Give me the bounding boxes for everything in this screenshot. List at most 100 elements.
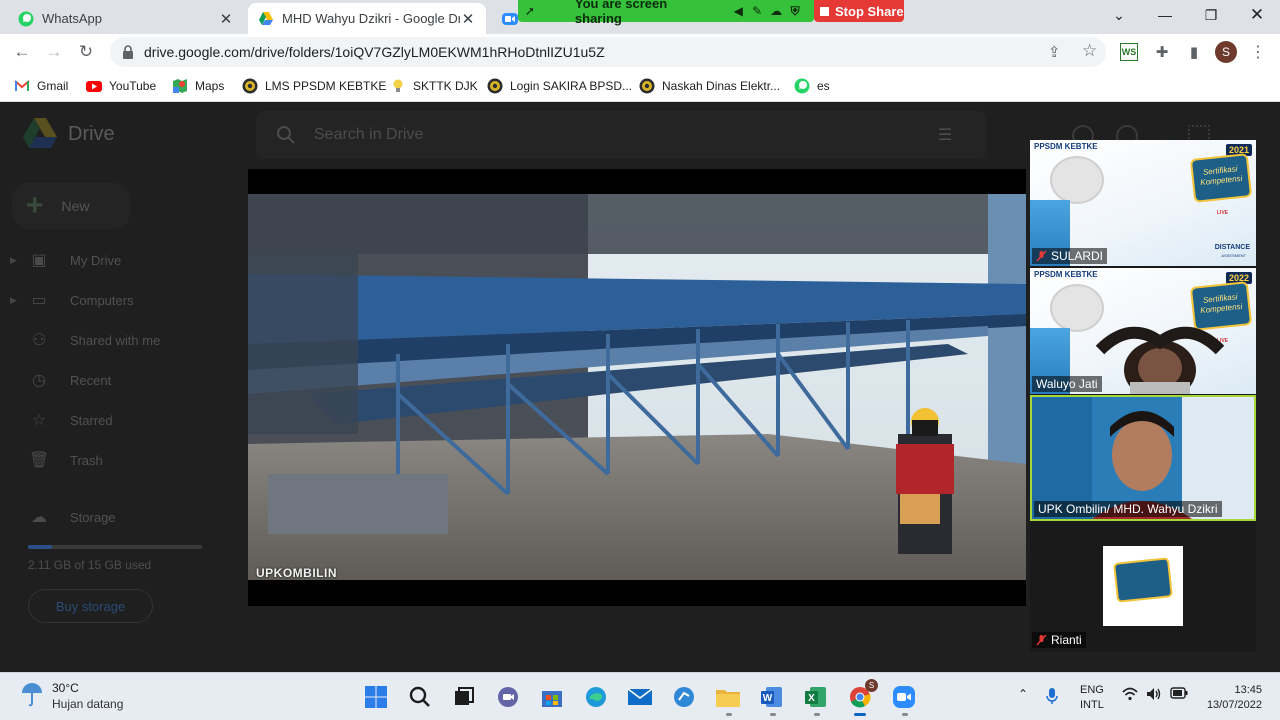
esdm-seal-icon xyxy=(1050,156,1104,204)
nav-trash[interactable]: 🗑 Trash xyxy=(0,444,240,476)
word-icon[interactable]: W xyxy=(758,683,786,711)
participant-name-label: Rianti xyxy=(1032,632,1086,648)
bookmark-lms-ppsdm[interactable]: LMS PPSDM KEBTKE xyxy=(242,77,386,95)
volume-icon[interactable] xyxy=(1146,687,1162,704)
zoom-app-icon[interactable] xyxy=(890,683,918,711)
sharing-pin-icon[interactable]: ➚ xyxy=(524,4,536,18)
cloud-storage-icon: ☁ xyxy=(31,509,47,526)
chrome-icon[interactable]: S xyxy=(846,679,878,711)
zoom-icon xyxy=(502,12,518,25)
search-icon[interactable] xyxy=(406,683,434,711)
svg-text:W: W xyxy=(763,693,773,704)
browser-menu-icon[interactable]: ⋮ xyxy=(1247,41,1269,63)
participant-tile-sulardi[interactable]: PPSDM KEBTKE 2021 Sertifikasi Kompetensi… xyxy=(1030,140,1256,266)
drive-search-input[interactable]: Search in Drive xyxy=(256,111,986,159)
side-panel-icon[interactable]: ▮ xyxy=(1183,41,1205,63)
shared-video-frame[interactable] xyxy=(248,194,1026,580)
stop-share-button[interactable]: Stop Share xyxy=(814,0,904,22)
participant-tile-upk-ombilin[interactable]: UPK Ombilin/ MHD. Wahyu Dzikri xyxy=(1030,395,1256,521)
minimize-icon[interactable]: — xyxy=(1142,0,1188,30)
reload-icon[interactable]: ↻ xyxy=(74,40,98,64)
weather-widget[interactable]: 30°C Hujan datang xyxy=(20,681,123,711)
mute-mic-icon[interactable]: ✎ xyxy=(751,4,763,18)
participant-tile-rianti[interactable]: Rianti xyxy=(1030,524,1256,650)
bookmark-es[interactable]: es xyxy=(794,77,830,95)
esdm-logo-icon xyxy=(487,78,503,94)
edge-browser-icon[interactable] xyxy=(582,683,610,711)
share-page-icon[interactable]: ⇪ xyxy=(1048,43,1061,61)
extension-ws-icon[interactable]: WS xyxy=(1120,43,1138,61)
url-text: drive.google.com/drive/folders/1oiQV7GZl… xyxy=(144,44,605,60)
excel-icon[interactable]: X xyxy=(802,683,830,711)
new-label: New xyxy=(61,198,90,214)
bookmark-skttk-djk[interactable]: SKTTK DJK xyxy=(390,77,478,95)
nav-computers[interactable]: ▶ ▭ Computers xyxy=(0,284,240,316)
profile-avatar[interactable]: S xyxy=(1215,41,1237,63)
tab-whatsapp[interactable]: WhatsApp ✕ xyxy=(8,3,244,34)
maps-icon xyxy=(173,79,187,93)
stop-icon xyxy=(820,6,829,16)
search-icon xyxy=(277,126,295,144)
cloud-icon[interactable]: ☁ xyxy=(770,4,782,18)
mail-icon[interactable] xyxy=(626,683,654,711)
microsoft-store-icon[interactable] xyxy=(538,683,566,711)
close-tab-icon[interactable]: ✕ xyxy=(218,10,234,28)
windows-taskbar: 30°C Hujan datang W X S ⌃ ENG INTL 13:45… xyxy=(0,672,1280,720)
computers-icon: ▭ xyxy=(31,292,47,309)
buy-storage-button[interactable]: Buy storage xyxy=(28,589,153,623)
speaker-icon[interactable]: ◀ xyxy=(732,4,744,18)
cert-live: LIVE xyxy=(1216,210,1228,216)
youtube-icon xyxy=(86,81,102,92)
bookmark-youtube[interactable]: YouTube xyxy=(86,77,156,95)
participant-name-label: Waluyo Jati xyxy=(1032,376,1102,392)
back-icon[interactable]: ← xyxy=(10,40,34,64)
address-bar[interactable]: drive.google.com/drive/folders/1oiQV7GZl… xyxy=(110,37,1106,67)
close-window-icon[interactable]: ✕ xyxy=(1234,0,1280,30)
participant-tile-waluyo-jati[interactable]: PPSDM KEBTKE 2022 Sertifikasi Kompetensi… xyxy=(1030,268,1256,394)
shared-icon: ⚇ xyxy=(31,332,47,349)
google-drive-logo-icon xyxy=(23,118,57,148)
bookmark-naskah-dinas[interactable]: Naskah Dinas Elektr... xyxy=(639,77,780,95)
tab-search-icon[interactable]: ⌄ xyxy=(1096,0,1142,30)
show-hidden-icons-icon[interactable]: ⌃ xyxy=(1018,687,1028,701)
storage-progress-bar xyxy=(28,545,202,549)
close-tab-icon[interactable]: ✕ xyxy=(460,10,476,28)
svg-text:X: X xyxy=(808,693,815,704)
system-clock[interactable]: 13:45 13/07/2022 xyxy=(1200,683,1262,713)
microphone-icon[interactable] xyxy=(1046,687,1058,708)
new-button[interactable]: + New xyxy=(12,183,130,229)
bookmark-maps[interactable]: Maps xyxy=(172,77,224,95)
windows-start-icon[interactable] xyxy=(362,683,390,711)
nav-my-drive[interactable]: ▶ ▣ My Drive xyxy=(0,244,240,276)
wifi-icon[interactable] xyxy=(1122,687,1138,704)
expand-caret-icon[interactable]: ▶ xyxy=(10,295,22,306)
nav-shared-with-me[interactable]: ⚇ Shared with me xyxy=(0,324,240,356)
search-options-icon[interactable]: ☰ xyxy=(938,125,952,145)
clock-icon: ◷ xyxy=(32,372,46,389)
lock-icon xyxy=(123,45,133,59)
trash-icon: 🗑 xyxy=(28,452,50,469)
rain-umbrella-icon xyxy=(22,683,42,707)
teams-chat-icon[interactable] xyxy=(494,683,522,711)
screen-share-banner: ➚ You are screen sharing ◀ ✎ ☁ ⛨ xyxy=(518,0,814,26)
expand-caret-icon[interactable]: ▶ xyxy=(10,255,22,266)
security-shield-icon[interactable]: ⛨ xyxy=(789,4,801,18)
bookmark-gmail[interactable]: Gmail xyxy=(14,77,68,95)
muted-mic-icon xyxy=(1036,634,1047,646)
extensions-puzzle-icon[interactable]: ✚ xyxy=(1151,41,1173,63)
battery-icon[interactable] xyxy=(1170,687,1188,702)
forward-icon[interactable]: → xyxy=(42,40,66,64)
nav-recent[interactable]: ◷ Recent xyxy=(0,364,240,396)
star-icon: ☆ xyxy=(31,412,47,429)
tab-google-drive[interactable]: MHD Wahyu Dzikri - Google Drive ✕ xyxy=(248,3,486,34)
whatsapp-icon xyxy=(794,78,810,94)
unknown-app-icon[interactable] xyxy=(670,683,698,711)
file-explorer-icon[interactable] xyxy=(714,683,742,711)
bookmark-star-icon[interactable]: ☆ xyxy=(1082,41,1097,61)
nav-starred[interactable]: ☆ Starred xyxy=(0,404,240,436)
nav-storage[interactable]: ☁ Storage xyxy=(0,501,240,533)
task-view-icon[interactable] xyxy=(450,683,478,711)
bookmark-login-sakira[interactable]: Login SAKIRA BPSD... xyxy=(487,77,632,95)
restore-icon[interactable]: ❐ xyxy=(1188,0,1234,30)
input-language-indicator[interactable]: ENG INTL xyxy=(1080,683,1104,713)
